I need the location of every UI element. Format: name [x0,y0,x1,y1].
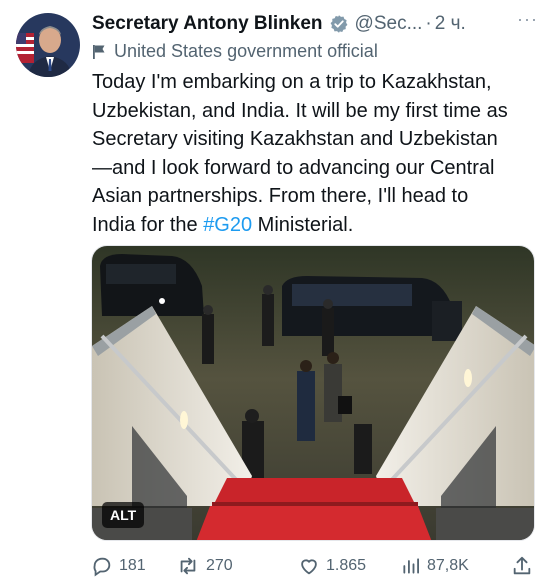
tarmac-photo [92,246,534,540]
tweet-line: Today I'm embarking on a trip to Kazakhs… [92,71,492,93]
tweet-text-segment: India for the [92,213,204,236]
analytics-icon [403,558,419,574]
avatar-image [16,13,80,77]
view-count: 87,8K [427,557,469,574]
flag-icon [92,44,106,60]
tweet-text-segment: Ministerial. [252,213,354,236]
display-name[interactable]: Secretary Antony Blinken [92,13,323,35]
tweet-line-last: India for the #G20 Ministerial. [92,211,538,240]
alt-text-button[interactable]: ALT [102,502,145,528]
tweet-text: Today I'm embarking on a trip to Kazakhs… [92,68,538,239]
repost-button[interactable]: 270 [176,553,233,579]
tweet-line: —and I look forward to advancing our Cen… [92,156,495,179]
more-options-icon[interactable]: ··· [517,9,538,30]
affiliation-text: United States government official [114,41,378,61]
timestamp[interactable]: 2 ч. [435,13,466,35]
tweet-header: Secretary Antony Blinken @Sec... · 2 ч. … [92,9,538,37]
avatar[interactable] [16,13,80,77]
repost-icon [180,557,196,575]
tweet-line: Uzbekistan, and India. It will be my fir… [92,99,508,122]
tweet-line: Secretary visiting Kazakhstan and Uzbeki… [92,128,498,150]
hashtag-link[interactable]: #G20 [203,214,252,236]
verified-badge-icon[interactable] [329,14,349,34]
reply-count: 181 [119,557,146,574]
tweet-photo[interactable]: ALT [91,245,535,541]
affiliation-label: United States government official [92,41,378,62]
repost-count: 270 [206,557,233,574]
tweet-line: Asian partnerships. From there, I'll hea… [92,185,469,207]
share-icon [513,556,531,575]
reply-button[interactable]: 181 [91,553,146,579]
share-button[interactable] [511,553,539,579]
like-count: 1.865 [326,557,367,574]
like-button[interactable]: 1.865 [298,553,366,579]
reply-icon [93,557,111,577]
separator-dot: · [425,13,432,34]
views-button[interactable]: 87,8K [401,553,469,579]
handle[interactable]: @Sec... [355,13,423,35]
heart-icon [301,559,317,575]
action-bar: 181 270 1.865 87,8K [91,553,535,579]
